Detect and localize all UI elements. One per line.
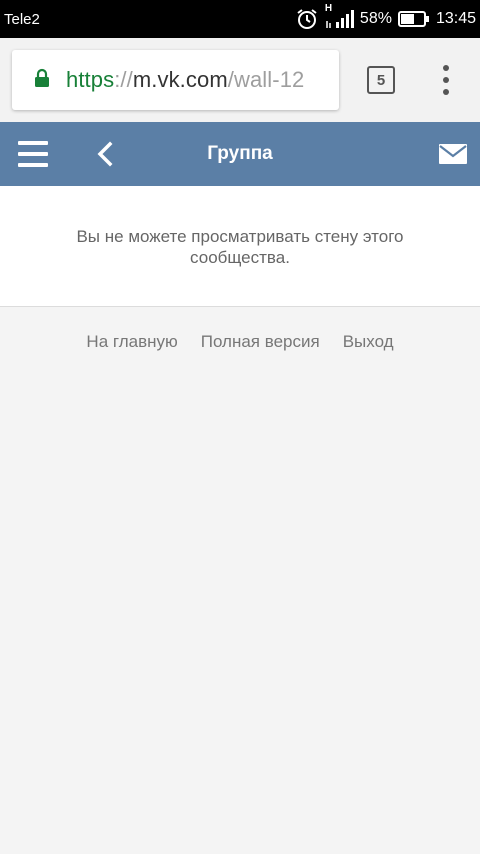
status-bar: Tele2 H 58% 13:45: [0, 0, 480, 38]
url-path: /wall-12: [227, 67, 305, 92]
mail-icon[interactable]: [438, 142, 468, 166]
address-bar[interactable]: https://m.vk.com/wall-12: [12, 50, 339, 110]
alarm-icon: [296, 8, 318, 30]
more-vert-icon-dot: [443, 77, 449, 83]
tab-switcher-button[interactable]: 5: [367, 66, 395, 94]
network-type-label: H: [324, 3, 333, 14]
url-scheme: https: [66, 67, 115, 92]
battery-percent: 58%: [359, 10, 392, 27]
logout-link[interactable]: Выход: [343, 332, 394, 356]
carrier-name: Tele2: [4, 10, 40, 28]
url-separator: ://: [114, 67, 133, 92]
battery-icon: [397, 10, 430, 28]
footer-links: На главную Полная версия Выход: [0, 332, 480, 356]
url-host: m.vk.com: [132, 67, 228, 92]
url-text: https://m.vk.com/wall-12: [66, 67, 304, 93]
signal-icon: H: [324, 3, 354, 29]
wall-message-panel: Вы не можете просматривать стену этого с…: [0, 186, 480, 307]
lock-icon: [34, 68, 50, 93]
full-version-link[interactable]: Полная версия: [201, 332, 320, 356]
browser-menu-button[interactable]: [436, 65, 456, 95]
back-arrow-icon[interactable]: [94, 140, 116, 168]
status-icons: H 58% 13:45: [296, 3, 476, 30]
home-link[interactable]: На главную: [86, 332, 177, 356]
more-vert-icon: [443, 65, 449, 71]
page-title: Группа: [207, 143, 273, 164]
more-vert-icon-dot: [443, 89, 449, 95]
browser-toolbar: https://m.vk.com/wall-12 5: [0, 38, 480, 122]
tab-count: 5: [376, 71, 386, 89]
hamburger-icon[interactable]: [18, 141, 48, 167]
clock: 13:45: [435, 10, 476, 27]
wall-access-message: Вы не можете просматривать стену этого с…: [76, 227, 404, 267]
app-header: Группа: [0, 122, 480, 186]
